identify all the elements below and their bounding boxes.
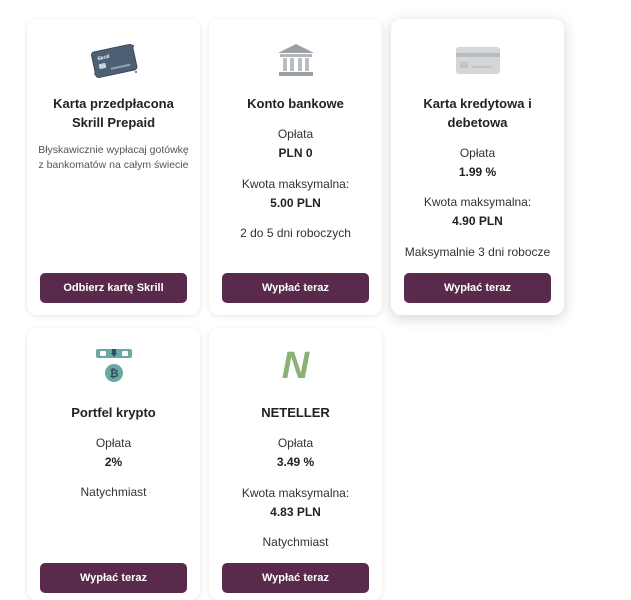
bank-icon — [209, 39, 382, 81]
neteller-logo-letter: N — [281, 345, 310, 387]
fee-label: Opłata — [95, 436, 132, 450]
processing-time: Natychmiast — [262, 535, 329, 549]
withdraw-now-button[interactable]: Wypłać teraz — [40, 563, 187, 593]
max-amount-label: Kwota maksymalna: — [241, 486, 350, 500]
withdraw-now-button[interactable]: Wypłać teraz — [222, 273, 369, 303]
withdraw-now-button[interactable]: Wypłać teraz — [404, 273, 551, 303]
get-skrill-card-button[interactable]: Odbierz kartę Skrill — [40, 273, 187, 303]
fee-label: Opłata — [277, 127, 314, 141]
fee-value: 3.49 % — [276, 455, 315, 469]
crypto-wallet-card: ₿ Portfel krypto Opłata 2% Natychmiast W… — [27, 328, 200, 600]
card-title-line2: debetowa — [447, 115, 508, 130]
skrill-prepaid-card: Skrill Karta przedpłacona Skrill Prepaid… — [27, 19, 200, 315]
fee-label: Opłata — [459, 146, 496, 160]
processing-time: Maksymalnie 3 dni robocze — [404, 245, 551, 259]
fee-value: 2% — [104, 455, 123, 469]
card-description: Błyskawicznie wypłacaj gotówkę z bankoma… — [38, 144, 189, 171]
svg-text:₿: ₿ — [109, 367, 118, 380]
max-amount-value: 4.83 PLN — [270, 505, 321, 519]
max-amount-value: 4.90 PLN — [452, 214, 503, 228]
withdraw-now-button[interactable]: Wypłać teraz — [222, 563, 369, 593]
crypto-wallet-icon: ₿ — [27, 344, 200, 388]
processing-time: Natychmiast — [80, 485, 147, 499]
fee-value: 1.99 % — [458, 165, 497, 179]
neteller-logo-icon: N — [209, 344, 382, 388]
bank-account-card: Konto bankowe Opłata PLN 0 Kwota maksyma… — [209, 19, 382, 315]
card-title: NETELLER — [261, 405, 330, 420]
max-amount-label: Kwota maksymalna: — [423, 195, 532, 209]
max-amount-label: Kwota maksymalna: — [241, 177, 350, 191]
fee-label: Opłata — [277, 436, 314, 450]
card-title-line1: Karta kredytowa i — [423, 96, 532, 111]
credit-card-icon — [391, 39, 564, 81]
card-title: Karta przedpłacona Skrill Prepaid — [53, 96, 174, 130]
max-amount-value: 5.00 PLN — [270, 196, 321, 210]
card-title: Konto bankowe — [247, 96, 344, 111]
processing-time: 2 do 5 dni roboczych — [240, 226, 351, 240]
fee-value: PLN 0 — [278, 146, 313, 160]
credit-debit-card: Karta kredytowa i debetowa Opłata 1.99 %… — [391, 19, 564, 315]
card-title: Portfel krypto — [71, 405, 156, 420]
neteller-card: N NETELLER Opłata 3.49 % Kwota maksymaln… — [209, 328, 382, 600]
skrill-card-icon: Skrill — [27, 39, 200, 81]
